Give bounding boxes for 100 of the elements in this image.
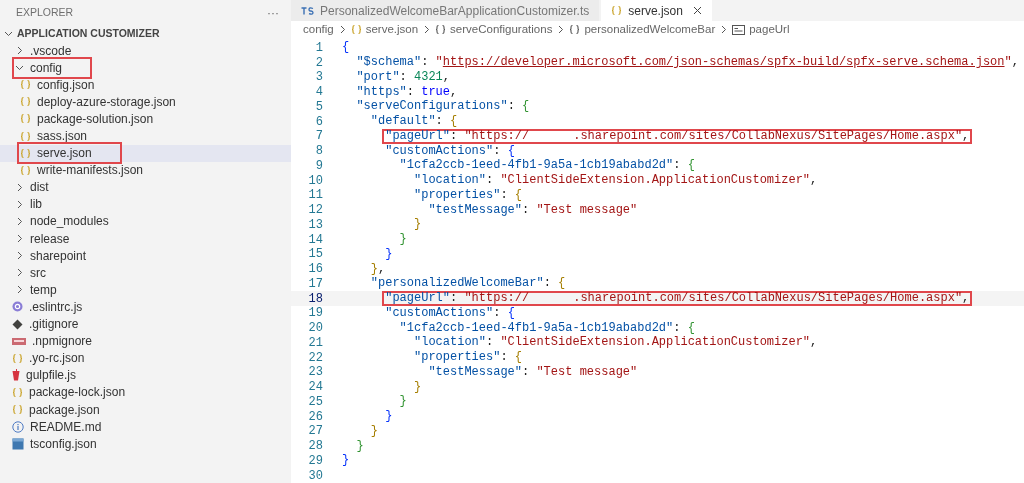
editor-tab[interactable]: PersonalizedWelcomeBarApplicationCustomizer.ts (291, 0, 600, 22)
code-line: } (398, 394, 408, 410)
chevron-right-icon[interactable] (15, 46, 24, 56)
breadcrumb-item[interactable]: pageUrl (749, 21, 790, 39)
line-number: 23 (307, 366, 323, 379)
folder-item[interactable]: node_modules (0, 212, 291, 231)
folder-item[interactable]: .vscode (0, 42, 291, 60)
folder-item[interactable]: src (0, 264, 291, 282)
line-number: 22 (307, 351, 323, 364)
file-item[interactable]: gulpfile.js (0, 366, 291, 384)
breadcrumb-item[interactable]: serve.json (365, 21, 419, 39)
line-number: 5 (314, 100, 323, 113)
folder-item[interactable]: dist (0, 178, 291, 196)
close-icon[interactable] (692, 6, 702, 16)
line-number: 27 (307, 425, 323, 438)
line-number: 17 (307, 277, 323, 290)
chevron-down-icon[interactable] (4, 29, 13, 38)
breadcrumb-item[interactable]: serveConfigurations (450, 21, 553, 39)
code-line: }, (369, 261, 387, 277)
braces-icon (12, 404, 23, 415)
line-number: 4 (314, 86, 323, 99)
line-number: 12 (307, 204, 323, 217)
line-number: 8 (314, 145, 323, 158)
line-number: 11 (307, 189, 323, 202)
code-line: } (341, 453, 351, 469)
line-number: 2 (314, 56, 323, 69)
file-item[interactable]: serve.json (0, 144, 291, 162)
code-line: "testMessage": "Test message" (427, 202, 639, 218)
file-item[interactable]: tsconfig.json (0, 435, 291, 453)
code-line: } (398, 232, 408, 248)
code-line: "port": 4321, (355, 69, 452, 85)
folder-item[interactable]: temp (0, 281, 291, 299)
file-item[interactable]: package-lock.json (0, 383, 291, 401)
chevron-right-icon[interactable] (422, 25, 432, 35)
info-icon (12, 420, 24, 433)
code-line: "serveConfigurations": { (355, 99, 531, 115)
line-number: 3 (314, 71, 323, 84)
file-item[interactable]: write-manifests.json (0, 161, 291, 179)
line-number: 29 (307, 454, 323, 467)
section-header[interactable]: APPLICATION CUSTOMIZER (0, 25, 291, 42)
chevron-right-icon[interactable] (719, 25, 729, 35)
file-item[interactable]: README.md (0, 418, 291, 436)
cup-icon (12, 369, 20, 382)
file-item[interactable]: .npmignore (0, 332, 291, 350)
code-line: "$schema": "https://developer.microsoft.com/json-schemas/spfx-build/spfx-serve.schema.json", (355, 55, 1020, 71)
braces-icon (20, 164, 31, 176)
more-actions-button[interactable]: ··· (267, 3, 279, 22)
line-number: 20 (307, 322, 323, 335)
code-line: "properties": { (413, 187, 524, 203)
diamond-icon (12, 318, 23, 330)
code-line: "personalizedWelcomeBar": { (369, 276, 567, 292)
code-line: { (341, 40, 351, 56)
typescript-icon (301, 6, 314, 15)
code-line: } (384, 409, 394, 425)
code-line: "default": { (369, 114, 459, 130)
editor-tab[interactable]: serve.json (601, 0, 712, 22)
panel-title: EXPLORER (16, 4, 74, 20)
file-item[interactable]: package-solution.json (0, 110, 291, 128)
file-item[interactable]: deploy-azure-storage.json (0, 93, 291, 111)
braces-icon (611, 5, 623, 17)
code-line: "1cfa2ccb-1eed-4fb1-9a5a-1cb19ababd2d": { (398, 320, 696, 336)
code-line: "https": true, (355, 84, 459, 100)
line-number: 26 (307, 410, 323, 423)
line-number: 7 (314, 130, 323, 143)
line-number: 1 (314, 41, 323, 54)
code-line: "customActions": { (384, 143, 516, 159)
string-icon (732, 24, 746, 35)
braces-icon (569, 24, 581, 36)
braces-icon (20, 147, 31, 159)
line-number: 28 (307, 440, 323, 453)
file-item[interactable]: .yo-rc.json (0, 349, 291, 367)
line-number: 18 (307, 292, 323, 305)
code-line: } (384, 246, 394, 262)
braces-icon (350, 24, 362, 36)
file-item[interactable]: sass.json (0, 127, 291, 145)
file-item[interactable]: package.json (0, 400, 291, 419)
circle-icon (12, 301, 23, 313)
braces-icon (20, 113, 31, 125)
code-line: "location": "ClientSideExtension.ApplicationCustomizer", (413, 173, 819, 189)
config-file-icon (12, 437, 24, 450)
line-number: 21 (307, 336, 323, 349)
chevron-right-icon[interactable] (556, 25, 566, 35)
braces-icon (435, 24, 447, 36)
folder-item[interactable]: lib (0, 195, 291, 213)
chevron-down-icon[interactable] (15, 63, 24, 73)
line-number: 15 (307, 248, 323, 261)
file-item[interactable]: .eslintrc.js (0, 298, 291, 316)
file-item[interactable]: .gitignore (0, 315, 291, 333)
breadcrumb-item[interactable]: config (303, 21, 334, 39)
folder-item[interactable]: release (0, 230, 291, 248)
folder-item[interactable]: config (0, 59, 291, 77)
breadcrumb-item[interactable]: personalizedWelcomeBar (584, 21, 716, 39)
folder-item[interactable]: sharepoint (0, 247, 291, 265)
line-number: 30 (307, 469, 323, 482)
braces-icon (12, 352, 23, 364)
code-line: "properties": { (413, 350, 524, 366)
braces-icon (20, 130, 31, 142)
line-number: 19 (307, 307, 323, 320)
file-item[interactable]: config.json (0, 76, 291, 94)
line-number: 14 (307, 233, 323, 246)
